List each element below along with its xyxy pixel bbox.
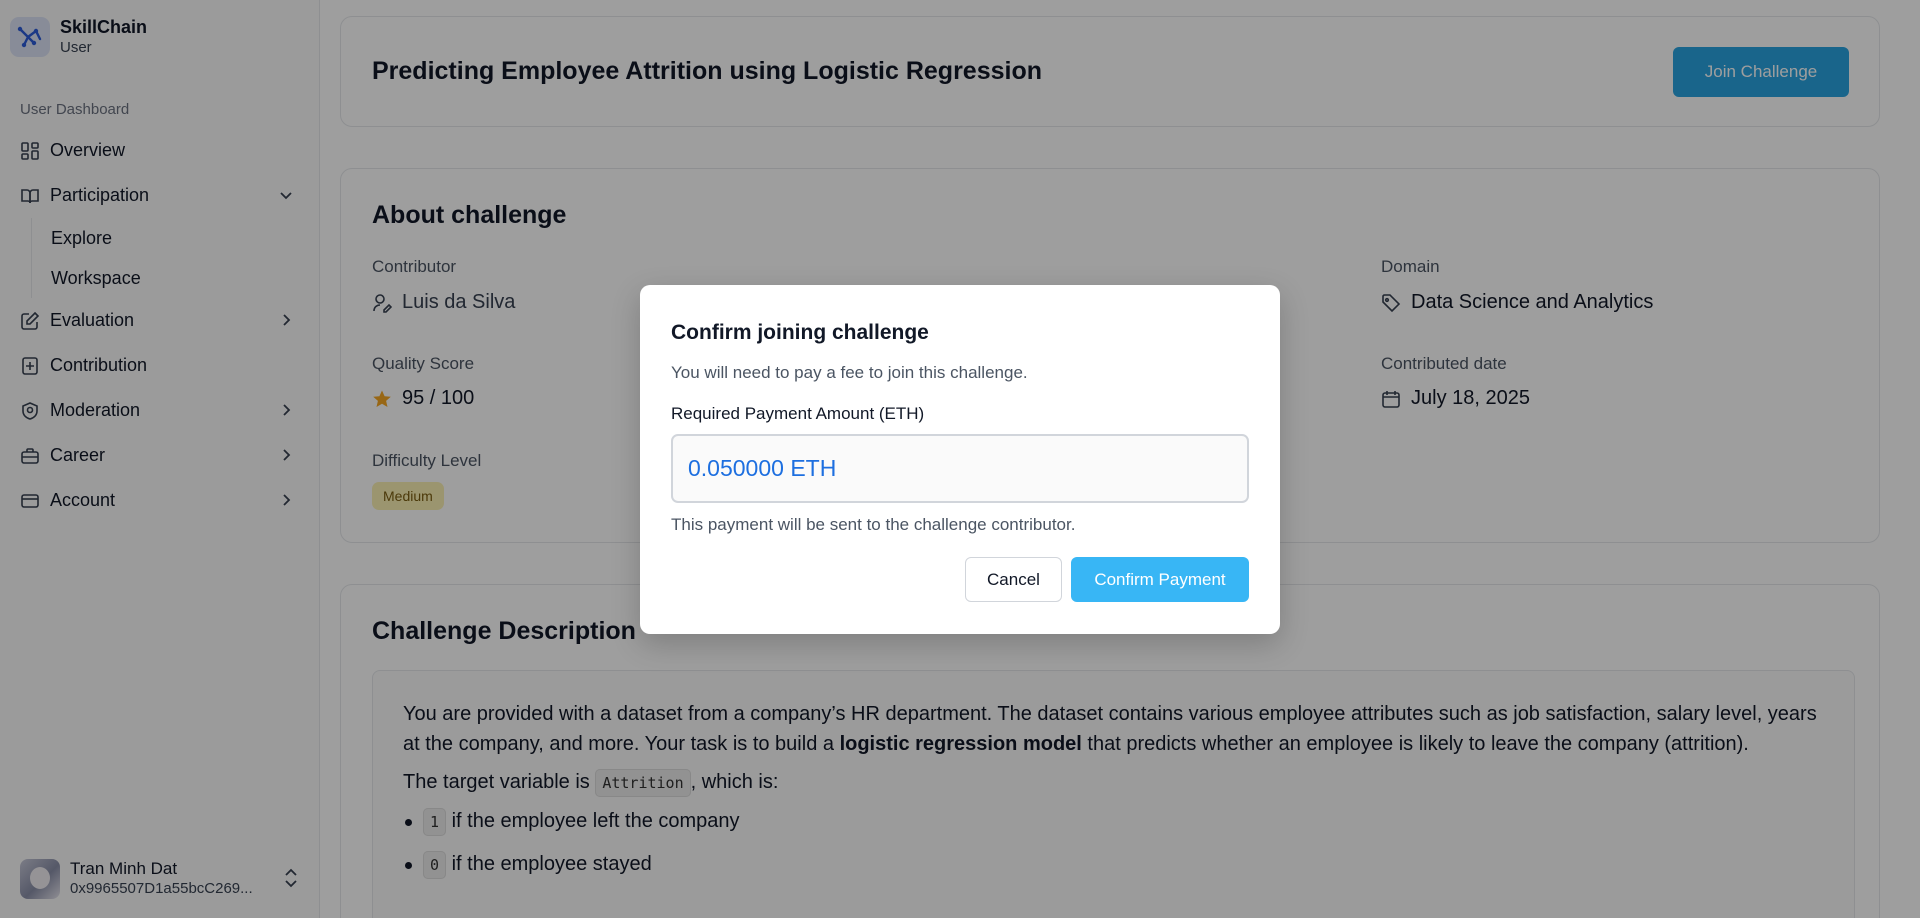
confirm-payment-button[interactable]: Confirm Payment: [1071, 557, 1249, 602]
dialog-description: You will need to pay a fee to join this …: [671, 363, 1028, 382]
confirm-join-dialog: Confirm joining challenge You will need …: [640, 285, 1280, 634]
dialog-title: Confirm joining challenge: [671, 321, 929, 344]
payment-note: This payment will be sent to the challen…: [671, 515, 1076, 534]
payment-amount-field[interactable]: [671, 434, 1249, 503]
cancel-button[interactable]: Cancel: [965, 557, 1062, 602]
payment-amount-label: Required Payment Amount (ETH): [671, 404, 925, 423]
